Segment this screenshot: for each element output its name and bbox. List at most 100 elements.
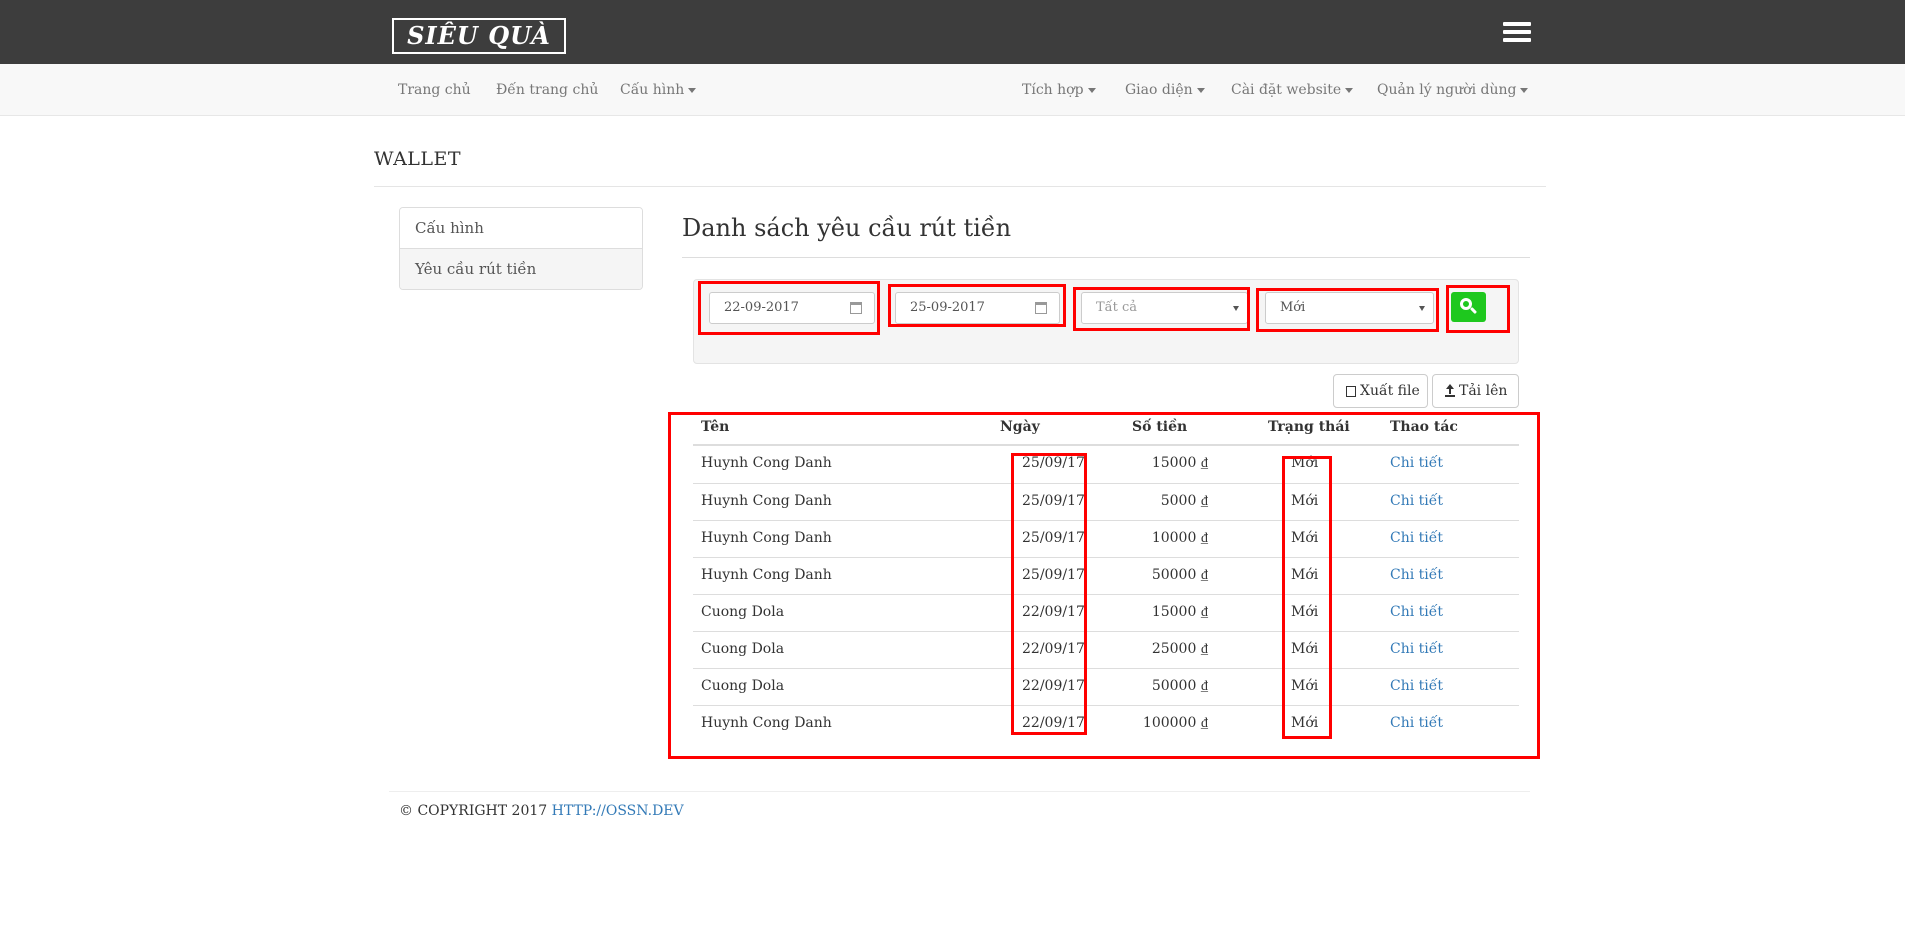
column-header-name: Tên <box>701 419 730 435</box>
cell-amount: 100000 ₫ <box>1142 715 1208 731</box>
cell-date: 25/09/17 <box>1022 455 1085 471</box>
cell-status: Mới <box>1291 641 1319 657</box>
date-to-input[interactable]: 25-09-2017 <box>895 292 1060 324</box>
nav-item-home[interactable]: Trang chủ <box>398 64 471 116</box>
page-title: WALLET <box>374 148 462 170</box>
footer-link[interactable]: HTTP://OSSN.DEV <box>552 803 684 819</box>
caret-down-icon <box>688 87 697 93</box>
caret-down-icon <box>1087 87 1096 93</box>
detail-link[interactable]: Chi tiết <box>1390 567 1443 583</box>
table-row: Huynh Cong Danh 25/09/17 10000 ₫ Mới Chi tiế… <box>693 520 1519 557</box>
cell-amount: 5000 ₫ <box>1160 493 1208 509</box>
table-row: Cuong Dola 22/09/17 50000 ₫ Mới Chi tiết <box>693 668 1519 705</box>
type-select-value: Tất cả <box>1096 300 1138 315</box>
main-navbar: Trang chủ Đến trang chủ Cấu hình Tích hợ… <box>0 64 1905 116</box>
cell-status: Mới <box>1291 567 1319 583</box>
date-from-input[interactable]: 22-09-2017 <box>709 292 875 324</box>
caret-down-icon <box>1196 87 1205 93</box>
calendar-icon <box>850 302 862 314</box>
table-row: Cuong Dola 22/09/17 25000 ₫ Mới Chi tiết <box>693 631 1519 668</box>
status-select[interactable]: Mới <box>1265 292 1434 324</box>
cell-status: Mới <box>1291 715 1319 731</box>
cell-amount: 15000 ₫ <box>1151 604 1208 620</box>
cell-status: Mới <box>1291 678 1319 694</box>
nav-item-interface[interactable]: Giao diện <box>1125 64 1205 116</box>
cell-amount: 50000 ₫ <box>1151 567 1208 583</box>
column-header-status: Trạng thái <box>1268 419 1350 435</box>
table-header: Tên Ngày Số tiền Trạng thái Thao tác <box>693 411 1519 446</box>
cell-date: 25/09/17 <box>1022 567 1085 583</box>
divider <box>682 257 1530 258</box>
cell-date: 22/09/17 <box>1022 715 1085 731</box>
sidebar-item-withdraw-requests[interactable]: Yêu cầu rút tiền <box>400 248 642 289</box>
detail-link[interactable]: Chi tiết <box>1390 493 1443 509</box>
table-row: Huynh Cong Danh 25/09/17 5000 ₫ Mới Chi tiết <box>693 483 1519 520</box>
nav-item-label: Giao diện <box>1125 82 1193 98</box>
cell-status: Mới <box>1291 455 1319 471</box>
column-header-amount: Số tiền <box>1132 419 1188 435</box>
cell-date: 25/09/17 <box>1022 530 1085 546</box>
upload-button-label: Tải lên <box>1459 383 1508 399</box>
upload-button[interactable]: Tải lên <box>1432 374 1519 408</box>
date-from-value: 22-09-2017 <box>724 300 799 315</box>
nav-item-label: Trang chủ <box>398 82 471 98</box>
site-logo[interactable]: SIÊU QUÀ <box>392 18 566 54</box>
search-button[interactable] <box>1451 292 1486 322</box>
cell-status: Mới <box>1291 530 1319 546</box>
withdraw-requests-table: Tên Ngày Số tiền Trạng thái Thao tác Huy… <box>693 411 1519 742</box>
calendar-icon <box>1035 302 1047 314</box>
cell-name: Huynh Cong Danh <box>701 530 832 546</box>
cell-name: Cuong Dola <box>701 678 785 694</box>
nav-item-config[interactable]: Cấu hình <box>620 64 697 116</box>
cell-status: Mới <box>1291 493 1319 509</box>
cell-amount: 15000 ₫ <box>1151 455 1208 471</box>
cell-name: Huynh Cong Danh <box>701 493 832 509</box>
nav-item-label: Quản lý người dùng <box>1377 82 1517 98</box>
footer-divider <box>389 791 1530 792</box>
detail-link[interactable]: Chi tiết <box>1390 715 1443 731</box>
sidebar-item-config[interactable]: Cấu hình <box>400 208 642 248</box>
detail-link[interactable]: Chi tiết <box>1390 641 1443 657</box>
cell-date: 22/09/17 <box>1022 641 1085 657</box>
copyright-text: © COPYRIGHT 2017 <box>399 803 548 819</box>
table-row: Huynh Cong Danh 22/09/17 100000 ₫ Mới Chi ti… <box>693 705 1519 742</box>
select-arrow-icon <box>1233 306 1239 311</box>
footer: © COPYRIGHT 2017 HTTP://OSSN.DEV <box>399 803 684 819</box>
sidebar-menu: Cấu hình Yêu cầu rút tiền <box>399 207 643 290</box>
upload-icon <box>1445 384 1455 397</box>
cell-date: 22/09/17 <box>1022 604 1085 620</box>
export-button-label: Xuất file <box>1360 383 1420 399</box>
top-header-bar: SIÊU QUÀ <box>0 0 1905 64</box>
cell-amount: 10000 ₫ <box>1151 530 1208 546</box>
hamburger-menu-icon[interactable] <box>1503 22 1531 46</box>
type-select[interactable]: Tất cả <box>1081 292 1248 324</box>
nav-item-label: Đến trang chủ <box>496 82 599 98</box>
detail-link[interactable]: Chi tiết <box>1390 455 1443 471</box>
table-row: Cuong Dola 22/09/17 15000 ₫ Mới Chi tiết <box>693 594 1519 631</box>
nav-item-integration[interactable]: Tích hợp <box>1022 64 1096 116</box>
nav-item-user-management[interactable]: Quản lý người dùng <box>1377 64 1529 116</box>
cell-name: Huynh Cong Danh <box>701 567 832 583</box>
cell-date: 22/09/17 <box>1022 678 1085 694</box>
detail-link[interactable]: Chi tiết <box>1390 604 1443 620</box>
nav-item-go-home[interactable]: Đến trang chủ <box>496 64 598 116</box>
status-select-value: Mới <box>1280 300 1306 315</box>
cell-name: Huynh Cong Danh <box>701 455 832 471</box>
nav-item-website-settings[interactable]: Cài đặt website <box>1231 64 1354 116</box>
export-file-button[interactable]: Xuất file <box>1333 374 1428 408</box>
table-body: Huynh Cong Danh 25/09/17 15000 ₫ Mới Chi tiế… <box>693 446 1519 742</box>
file-export-icon <box>1346 386 1356 397</box>
nav-item-label: Tích hợp <box>1022 82 1084 98</box>
nav-item-label: Cấu hình <box>620 82 685 98</box>
column-header-date: Ngày <box>1000 419 1040 435</box>
caret-down-icon <box>1520 87 1529 93</box>
table-row: Huynh Cong Danh 25/09/17 15000 ₫ Mới Chi tiế… <box>693 446 1519 483</box>
date-to-value: 25-09-2017 <box>910 300 985 315</box>
cell-name: Cuong Dola <box>701 641 785 657</box>
section-title: Danh sách yêu cầu rút tiền <box>682 214 1012 242</box>
detail-link[interactable]: Chi tiết <box>1390 678 1443 694</box>
cell-amount: 50000 ₫ <box>1151 678 1208 694</box>
detail-link[interactable]: Chi tiết <box>1390 530 1443 546</box>
cell-name: Huynh Cong Danh <box>701 715 832 731</box>
column-header-action: Thao tác <box>1390 419 1458 435</box>
